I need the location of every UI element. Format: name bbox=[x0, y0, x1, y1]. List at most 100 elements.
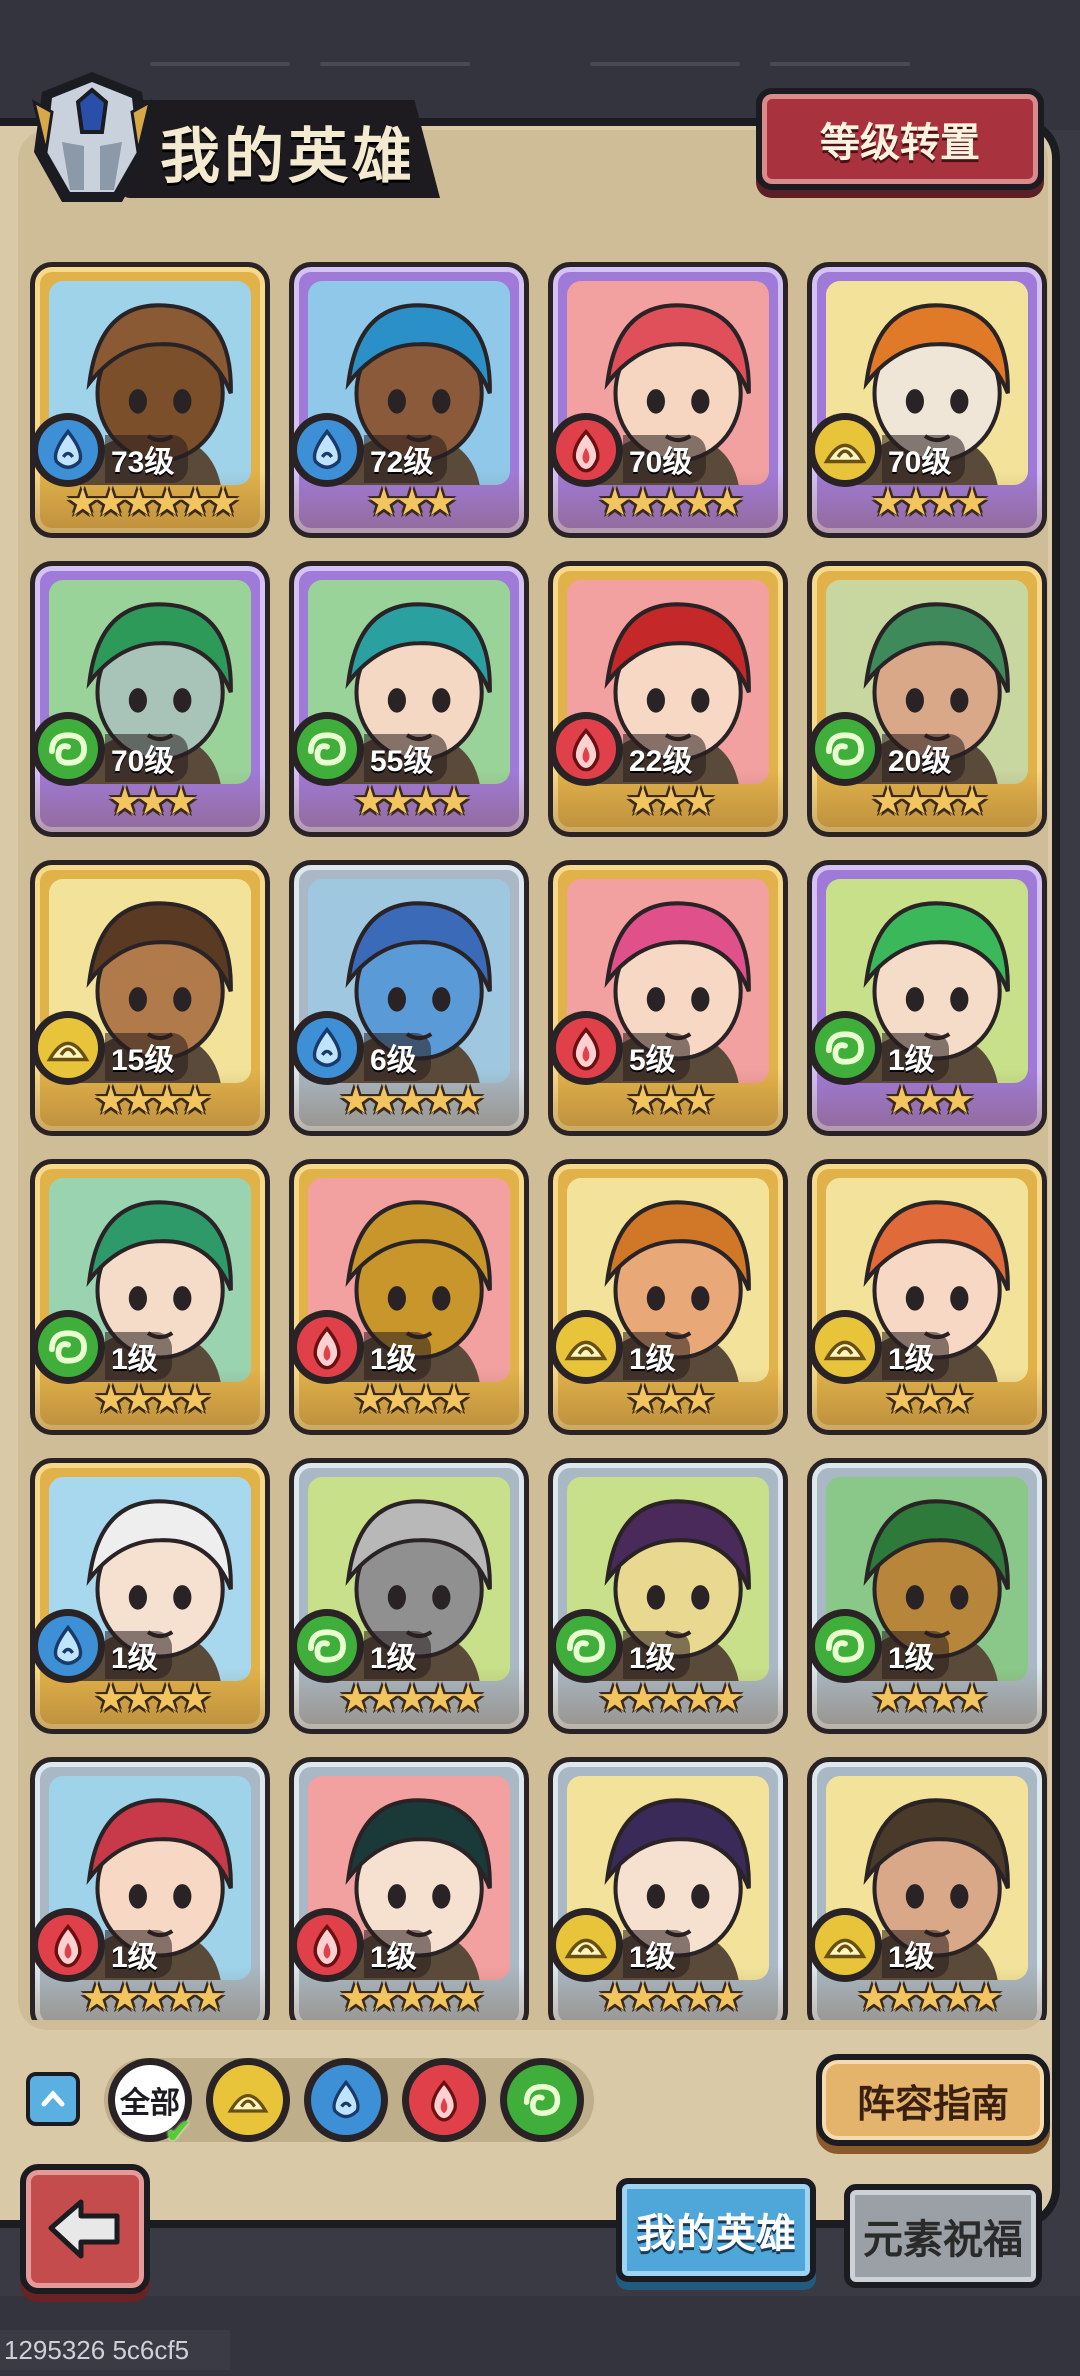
hero-card[interactable]: 55级 ★★★★ bbox=[289, 561, 529, 837]
hero-level: 70级 bbox=[882, 435, 966, 483]
hero-level: 1级 bbox=[364, 1332, 431, 1380]
fire-element-icon bbox=[556, 420, 616, 480]
fire-element-badge bbox=[294, 1908, 364, 1982]
hero-level: 1级 bbox=[105, 1332, 172, 1380]
back-arrow-icon bbox=[48, 2199, 120, 2259]
hero-stars: ★★★★★ bbox=[597, 1977, 744, 2019]
wind-element-badge bbox=[294, 1609, 364, 1683]
water-element-badge bbox=[294, 413, 364, 487]
hero-stars: ★★★★ bbox=[93, 1379, 212, 1421]
fire-element-icon bbox=[409, 2065, 479, 2135]
hero-card[interactable]: 1级 ★★★★ bbox=[30, 1458, 270, 1734]
filter-fire-button[interactable] bbox=[402, 2058, 486, 2142]
hero-card[interactable]: 70级 ★★★★★ bbox=[548, 262, 788, 538]
wind-element-badge bbox=[553, 1609, 623, 1683]
hero-level: 55级 bbox=[364, 734, 448, 782]
tab-element-blessing[interactable]: 元素祝福 bbox=[844, 2184, 1042, 2288]
wind-element-badge bbox=[812, 1609, 882, 1683]
back-button[interactable] bbox=[20, 2164, 150, 2294]
water-element-badge bbox=[35, 413, 105, 487]
filter-light-button[interactable] bbox=[206, 2058, 290, 2142]
hero-level: 1级 bbox=[882, 1631, 949, 1679]
wind-element-icon bbox=[815, 1018, 875, 1078]
hero-stars: ★★★★ bbox=[870, 1678, 989, 1720]
hero-level: 5级 bbox=[623, 1033, 690, 1081]
water-element-icon bbox=[38, 1616, 98, 1676]
hero-card[interactable]: 20级 ★★★★ bbox=[807, 561, 1047, 837]
fire-element-icon bbox=[297, 1317, 357, 1377]
hero-stars: ★★★ bbox=[366, 482, 457, 524]
hero-card[interactable]: 22级 ★★★ bbox=[548, 561, 788, 837]
hero-level: 1级 bbox=[364, 1631, 431, 1679]
tab-my-heroes[interactable]: 我的英雄 bbox=[616, 2178, 816, 2282]
hero-level: 1级 bbox=[105, 1930, 172, 1978]
water-element-icon bbox=[297, 420, 357, 480]
light-element-icon bbox=[815, 420, 875, 480]
level-transfer-button[interactable]: 等级转置 bbox=[756, 88, 1044, 190]
checkmark-icon: ✔ bbox=[164, 2113, 193, 2151]
wind-element-icon bbox=[297, 719, 357, 779]
hero-level: 1级 bbox=[623, 1930, 690, 1978]
lineup-guide-button[interactable]: 阵容指南 bbox=[816, 2054, 1050, 2146]
wind-element-badge bbox=[812, 712, 882, 786]
hero-card[interactable]: 1级 ★★★ bbox=[548, 1159, 788, 1435]
wind-element-icon bbox=[38, 719, 98, 779]
hero-stars: ★★★★ bbox=[93, 1080, 212, 1122]
light-element-badge bbox=[812, 413, 882, 487]
hero-stars: ★★★★★ bbox=[338, 1080, 485, 1122]
hero-stars: ★★★★★ bbox=[338, 1678, 485, 1720]
hero-card[interactable]: 1级 ★★★★ bbox=[30, 1159, 270, 1435]
filter-wind-button[interactable] bbox=[500, 2058, 584, 2142]
wind-element-icon bbox=[38, 1317, 98, 1377]
light-element-icon bbox=[556, 1915, 616, 1975]
water-element-badge bbox=[294, 1011, 364, 1085]
hero-card[interactable]: 1级 ★★★★★ bbox=[30, 1757, 270, 2020]
hero-level: 20级 bbox=[882, 734, 966, 782]
fire-element-badge bbox=[553, 1011, 623, 1085]
fire-element-icon bbox=[556, 719, 616, 779]
hero-card[interactable]: 1级 ★★★★ bbox=[289, 1159, 529, 1435]
hero-card[interactable]: 1级 ★★★★★ bbox=[289, 1458, 529, 1734]
hero-card[interactable]: 70级 ★★★ bbox=[30, 561, 270, 837]
filter-all-button[interactable]: 全部 ✔ bbox=[108, 2058, 193, 2151]
light-element-badge bbox=[812, 1908, 882, 1982]
wind-element-badge bbox=[35, 1310, 105, 1384]
filter-water-button[interactable] bbox=[304, 2058, 388, 2142]
light-element-icon bbox=[38, 1018, 98, 1078]
water-element-icon bbox=[297, 1018, 357, 1078]
hero-card[interactable]: 6级 ★★★★★ bbox=[289, 860, 529, 1136]
hero-stars: ★★★★★ bbox=[856, 1977, 1003, 2019]
hero-level: 70级 bbox=[105, 734, 189, 782]
light-element-badge bbox=[553, 1908, 623, 1982]
hero-card[interactable]: 1级 ★★★★★ bbox=[548, 1757, 788, 2020]
hero-level: 1级 bbox=[882, 1930, 949, 1978]
hero-card[interactable]: 70级 ★★★★ bbox=[807, 262, 1047, 538]
hero-card[interactable]: 1级 ★★★★★ bbox=[807, 1757, 1047, 2020]
hero-card[interactable]: 5级 ★★★ bbox=[548, 860, 788, 1136]
hero-stars: ★★★ bbox=[107, 781, 198, 823]
hero-level: 1级 bbox=[364, 1930, 431, 1978]
hero-card[interactable]: 1级 ★★★★★ bbox=[289, 1757, 529, 2020]
collapse-filter-button[interactable] bbox=[26, 2072, 80, 2126]
hero-card[interactable]: 1级 ★★★ bbox=[807, 860, 1047, 1136]
hero-level: 1级 bbox=[882, 1332, 949, 1380]
hero-card[interactable]: 1级 ★★★★★ bbox=[548, 1458, 788, 1734]
wind-element-icon bbox=[815, 1616, 875, 1676]
light-element-badge bbox=[35, 1011, 105, 1085]
hero-stars: ★★★★ bbox=[870, 781, 989, 823]
hero-stars: ★★★★★ bbox=[79, 1977, 226, 2019]
hero-card[interactable]: 15级 ★★★★ bbox=[30, 860, 270, 1136]
fire-element-badge bbox=[35, 1908, 105, 1982]
wind-element-icon bbox=[556, 1616, 616, 1676]
hero-card[interactable]: 73级 ★★★★★★ bbox=[30, 262, 270, 538]
hero-level: 6级 bbox=[364, 1033, 431, 1081]
chevron-up-icon bbox=[41, 2090, 65, 2107]
hero-card[interactable]: 72级 ★★★ bbox=[289, 262, 529, 538]
page-title: 我的英雄 bbox=[160, 123, 416, 190]
light-element-icon bbox=[815, 1317, 875, 1377]
fire-element-icon bbox=[38, 1915, 98, 1975]
hero-card[interactable]: 1级 ★★★ bbox=[807, 1159, 1047, 1435]
hero-stars: ★★★ bbox=[625, 1080, 716, 1122]
light-element-badge bbox=[553, 1310, 623, 1384]
hero-card[interactable]: 1级 ★★★★ bbox=[807, 1458, 1047, 1734]
